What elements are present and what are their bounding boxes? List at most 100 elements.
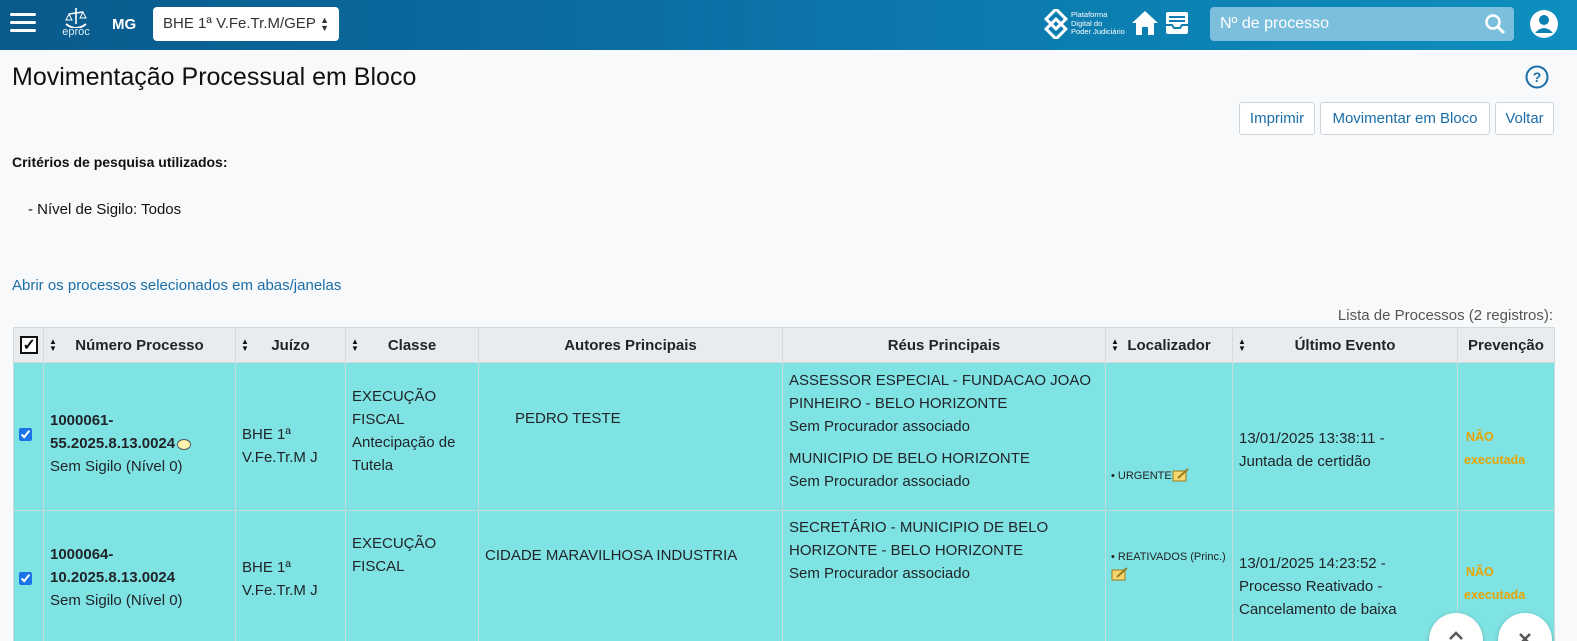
autores-cell: CIDADE MARAVILHOSA INDUSTRIA: [478, 510, 783, 641]
pdpj-logo[interactable]: Plataforma Digital do Poder Judiciário: [1043, 6, 1129, 42]
col-prevencao-label: Prevenção: [1468, 336, 1544, 354]
juizo-cell: BHE 1ª V.Fe.Tr.M J: [235, 510, 346, 641]
classe-line: EXECUÇÃO: [352, 535, 437, 552]
select-all-checkbox[interactable]: [13, 327, 44, 363]
process-number-part2: 10.2025.8.13.0024: [50, 569, 176, 586]
edit-note-icon[interactable]: [1111, 567, 1129, 581]
org-select-value: BHE 1ª V.Fe.Tr.M/GEP: [163, 15, 316, 32]
comment-balloon-icon[interactable]: [177, 439, 192, 450]
evento-cell: 13/01/2025 14:23:52 - Processo Reativado…: [1232, 510, 1458, 641]
process-number-part1: 1000061-: [50, 412, 114, 429]
chevron-up-icon: [1449, 631, 1463, 640]
home-icon[interactable]: [1130, 9, 1160, 37]
evento-line: Juntada de certidão: [1239, 452, 1371, 470]
inbox-icon[interactable]: [1163, 9, 1191, 37]
reus-cell: ASSESSOR ESPECIAL - FUNDACAO JOAO PINHEI…: [782, 362, 1106, 511]
localizador-tag[interactable]: • URGENTE: [1111, 470, 1172, 482]
menu-icon[interactable]: [10, 13, 36, 33]
sort-icon[interactable]: ▲ ▼: [1111, 338, 1119, 353]
autor-name: CIDADE MARAVILHOSA INDUSTRIA: [485, 547, 738, 564]
col-numero[interactable]: ▲ ▼ Número Processo: [43, 327, 236, 363]
evento-line: Processo Reativado -: [1239, 578, 1383, 595]
process-table: ▲▼ Número Processo ▲▼ Juízo ▲▼ Classe Autor…: [13, 327, 1555, 641]
uf-label: MG: [112, 16, 137, 33]
col-localizador[interactable]: ▲ ▼ Localizador: [1105, 327, 1233, 363]
evento-line: 13/01/2025 14:23:52 -: [1239, 555, 1386, 572]
classe-line: Antecipação de: [352, 434, 456, 451]
select-arrows-icon: ▲ ▼: [320, 15, 329, 33]
table-row[interactable]: 1000064- 10.2025.8.13.0024 Sem Sigilo (N…: [13, 510, 1555, 641]
process-number-link[interactable]: 1000061- 55.2025.8.13.0024: [50, 409, 229, 455]
pdpj-text-3: Poder Judiciário: [1071, 27, 1125, 36]
classe-cell: EXECUÇÃO FISCAL: [345, 510, 479, 641]
sort-icon[interactable]: ▲ ▼: [49, 338, 57, 353]
evento-line: 13/01/2025 13:38:11 -: [1239, 429, 1385, 447]
svg-text:?: ?: [1533, 69, 1542, 85]
classe-line: FISCAL: [352, 411, 405, 428]
reu-line: SECRETÁRIO - MUNICIPIO DE BELO: [789, 519, 1049, 536]
col-ultimo-evento[interactable]: ▲ ▼ Último Evento: [1232, 327, 1458, 363]
classe-line: EXECUÇÃO: [352, 388, 437, 405]
col-juizo-label: Juízo: [271, 336, 310, 354]
juizo-cell: BHE 1ª V.Fe.Tr.M J: [235, 362, 346, 511]
col-classe-label: Classe: [387, 336, 437, 354]
prevencao-cell: NÃO executada: [1457, 362, 1555, 511]
evento-cell: 13/01/2025 13:38:11 - Juntada de certidã…: [1232, 362, 1458, 511]
org-select[interactable]: BHE 1ª V.Fe.Tr.M/GEP ▲ ▼: [153, 7, 339, 41]
localizador-tag[interactable]: • REATIVADOS (Princ.): [1111, 549, 1226, 565]
reu-line: PINHEIRO - BELO HORIZONTE: [789, 395, 1008, 412]
scroll-up-button[interactable]: [1429, 613, 1483, 641]
row-checkbox[interactable]: [19, 428, 32, 441]
numero-cell: 1000064- 10.2025.8.13.0024 Sem Sigilo (N…: [43, 510, 236, 641]
process-number-part1: 1000064-: [50, 546, 114, 563]
search-icon[interactable]: [1484, 13, 1506, 35]
col-autores: Autores Principais: [478, 327, 783, 363]
autores-cell: PEDRO TESTE: [478, 362, 783, 511]
edit-note-icon[interactable]: [1172, 468, 1190, 482]
prevencao-status: executada: [1464, 587, 1526, 602]
sort-icon[interactable]: ▲ ▼: [1238, 338, 1246, 353]
table-row[interactable]: 1000061- 55.2025.8.13.0024 Sem Sigilo (N…: [13, 362, 1555, 511]
move-in-block-button[interactable]: Movimentar em Bloco: [1320, 102, 1490, 135]
autor-name: PEDRO TESTE: [515, 410, 621, 427]
localizador-cell: • REATIVADOS (Princ.): [1105, 510, 1233, 641]
user-icon[interactable]: [1529, 9, 1559, 39]
col-reus-label: Réus Principais: [887, 336, 1001, 354]
reus-cell: SECRETÁRIO - MUNICIPIO DE BELO HORIZONTE…: [782, 510, 1106, 641]
open-selected-link[interactable]: Abrir os processos selecionados em abas/…: [12, 277, 341, 294]
col-classe[interactable]: ▲ ▼ Classe: [345, 327, 479, 363]
row-checkbox-cell: [13, 510, 44, 641]
sort-icon[interactable]: ▲ ▼: [351, 338, 359, 353]
print-button[interactable]: Imprimir: [1239, 102, 1315, 135]
col-juizo[interactable]: ▲ ▼ Juízo: [235, 327, 346, 363]
process-search: [1210, 7, 1514, 41]
row-checkbox[interactable]: [19, 572, 32, 585]
page-title: Movimentação Processual em Bloco: [12, 63, 417, 91]
back-button[interactable]: Voltar: [1495, 102, 1554, 135]
reu-line: ASSESSOR ESPECIAL - FUNDACAO JOAO: [789, 372, 1092, 389]
col-prevencao: Prevenção: [1457, 327, 1555, 363]
search-input[interactable]: [1210, 7, 1480, 41]
classe-cell: EXECUÇÃO FISCAL Antecipação de Tutela: [345, 362, 479, 511]
criteria-item: - Nível de Sigilo: Todos: [28, 201, 182, 218]
help-icon[interactable]: ?: [1525, 65, 1549, 89]
process-number-part2: 55.2025.8.13.0024: [50, 435, 176, 452]
eproc-logo[interactable]: eproc: [58, 6, 94, 44]
prevencao-status: NÃO: [1466, 564, 1494, 579]
juizo-part2: V.Fe.Tr.M J: [242, 581, 318, 599]
process-number-link[interactable]: 1000064- 10.2025.8.13.0024: [50, 543, 229, 589]
col-numero-label: Número Processo: [75, 336, 204, 354]
prevencao-status: NÃO: [1466, 429, 1494, 444]
close-button[interactable]: [1498, 613, 1552, 641]
juizo-part1: BHE 1ª: [242, 558, 291, 576]
criteria-heading: Critérios de pesquisa utilizados:: [12, 154, 228, 170]
reu-line: MUNICIPIO DE BELO HORIZONTE: [789, 450, 1030, 467]
prevencao-status: executada: [1464, 452, 1526, 467]
sort-icon[interactable]: ▲ ▼: [241, 338, 249, 353]
classe-line: FISCAL: [352, 558, 405, 575]
table-header-row: ▲▼ Número Processo ▲▼ Juízo ▲▼ Classe Autor…: [13, 327, 1555, 363]
sigilo-text: Sem Sigilo (Nível 0): [50, 458, 183, 475]
pdpj-icon: [1043, 6, 1069, 42]
top-bar: eproc MG BHE 1ª V.Fe.Tr.M/GEP ▲ ▼ Platafo…: [0, 0, 1577, 50]
numero-cell: 1000061- 55.2025.8.13.0024 Sem Sigilo (N…: [43, 362, 236, 511]
